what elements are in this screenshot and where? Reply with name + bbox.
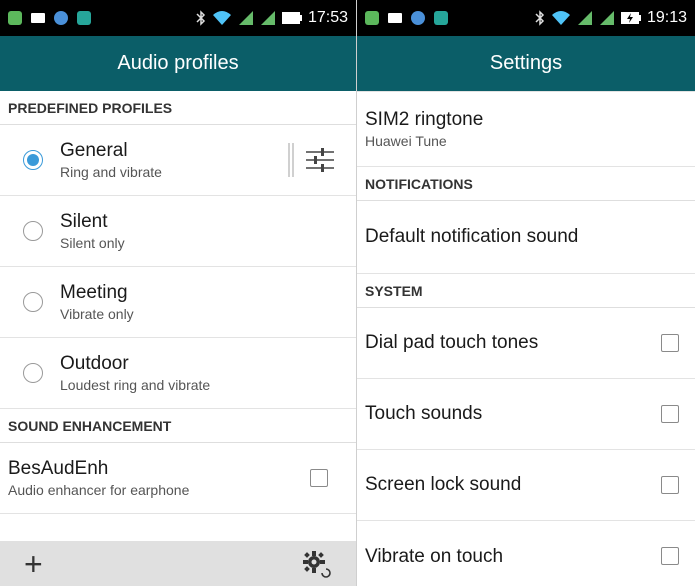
app-notification-icon (365, 11, 379, 25)
enhancement-title: BesAudEnh (8, 457, 109, 479)
usb-icon (54, 11, 68, 25)
sim2-ringtone-subtitle: Huawei Tune (365, 132, 447, 149)
profile-title: Meeting (60, 281, 128, 303)
default-notification-sound-row[interactable]: Default notification sound (357, 201, 695, 274)
profile-subtitle: Ring and vibrate (60, 163, 162, 180)
battery-icon (281, 12, 302, 24)
profile-silent[interactable]: Silent Silent only (0, 196, 356, 267)
sound-enhancement-header: SOUND ENHANCEMENT (0, 409, 356, 443)
dial-pad-touch-tones-row[interactable]: Dial pad touch tones (357, 308, 695, 379)
wifi-icon (551, 11, 570, 25)
status-time: 17:53 (307, 9, 348, 26)
divider (288, 143, 294, 177)
profile-subtitle: Vibrate only (60, 305, 134, 322)
title-bar: Settings (357, 36, 695, 91)
title-bar: Audio profiles (0, 36, 356, 91)
radio-outdoor[interactable] (23, 363, 43, 383)
sim2-ringtone-title: SIM2 ringtone (365, 108, 484, 130)
plus-icon[interactable]: + (24, 548, 43, 580)
equalizer-settings-icon[interactable] (306, 145, 334, 175)
touch-sounds-row[interactable]: Touch sounds (357, 379, 695, 450)
status-bar: 17:53 (0, 0, 356, 36)
besaudenh-checkbox[interactable] (310, 469, 328, 487)
page-title: Settings (489, 52, 563, 74)
profile-title: Outdoor (60, 352, 129, 374)
enhancement-subtitle: Audio enhancer for earphone (8, 481, 190, 498)
bluetooth-icon (196, 10, 206, 26)
wifi-icon (212, 11, 231, 25)
signal-sim2-icon (260, 11, 275, 25)
signal-sim1-icon (577, 11, 592, 25)
android-icon (434, 11, 448, 25)
profile-subtitle: Silent only (60, 234, 125, 251)
notifications-header: NOTIFICATIONS (357, 167, 695, 201)
battery-charging-icon (620, 12, 641, 24)
profile-title: General (60, 139, 128, 161)
audio-profiles-screen: 17:53 Audio profiles PREDEFINED PROFILES… (0, 0, 357, 586)
sim2-ringtone-row[interactable]: SIM2 ringtone Huawei Tune (357, 91, 695, 167)
settings-screen: 19:13 Settings SIM2 ringtone Huawei Tune… (357, 0, 695, 586)
dial-pad-touch-tones-label: Dial pad touch tones (365, 332, 539, 353)
bluetooth-icon (535, 10, 545, 26)
vibrate-on-touch-row[interactable]: Vibrate on touch (357, 521, 695, 586)
profile-meeting[interactable]: Meeting Vibrate only (0, 267, 356, 338)
vibrate-on-touch-checkbox[interactable] (661, 547, 679, 565)
gear-reset-icon[interactable] (302, 550, 332, 578)
touch-sounds-label: Touch sounds (365, 403, 483, 424)
status-time: 19:13 (646, 9, 687, 26)
system-header: SYSTEM (357, 274, 695, 308)
page-title: Audio profiles (117, 52, 239, 74)
android-icon (77, 11, 91, 25)
besaudenh-row[interactable]: BesAudEnh Audio enhancer for earphone (0, 443, 356, 514)
profile-title: Silent (60, 210, 108, 232)
screen-lock-sound-row[interactable]: Screen lock sound (357, 450, 695, 521)
notification-icons (8, 11, 91, 25)
signal-sim1-icon (238, 11, 253, 25)
mail-icon (388, 13, 402, 23)
app-notification-icon (8, 11, 22, 25)
dial-pad-touch-tones-checkbox[interactable] (661, 334, 679, 352)
profile-outdoor[interactable]: Outdoor Loudest ring and vibrate (0, 338, 356, 409)
usb-icon (411, 11, 425, 25)
radio-meeting[interactable] (23, 292, 43, 312)
screen-lock-sound-label: Screen lock sound (365, 474, 522, 495)
touch-sounds-checkbox[interactable] (661, 405, 679, 423)
default-notification-sound-label: Default notification sound (365, 226, 579, 247)
radio-general[interactable] (23, 150, 43, 170)
profile-subtitle: Loudest ring and vibrate (60, 376, 211, 393)
predefined-profiles-header: PREDEFINED PROFILES (0, 91, 356, 125)
vibrate-on-touch-label: Vibrate on touch (365, 545, 504, 567)
notification-icons (365, 11, 448, 25)
screen-lock-sound-checkbox[interactable] (661, 476, 679, 494)
radio-silent[interactable] (23, 221, 43, 241)
mail-icon (31, 13, 45, 23)
bottom-action-bar: + (0, 541, 356, 586)
profile-general[interactable]: General Ring and vibrate (0, 125, 356, 196)
two-screenshots: 17:53 Audio profiles PREDEFINED PROFILES… (0, 0, 695, 586)
signal-sim2-icon (599, 11, 614, 25)
status-bar: 19:13 (357, 0, 695, 36)
